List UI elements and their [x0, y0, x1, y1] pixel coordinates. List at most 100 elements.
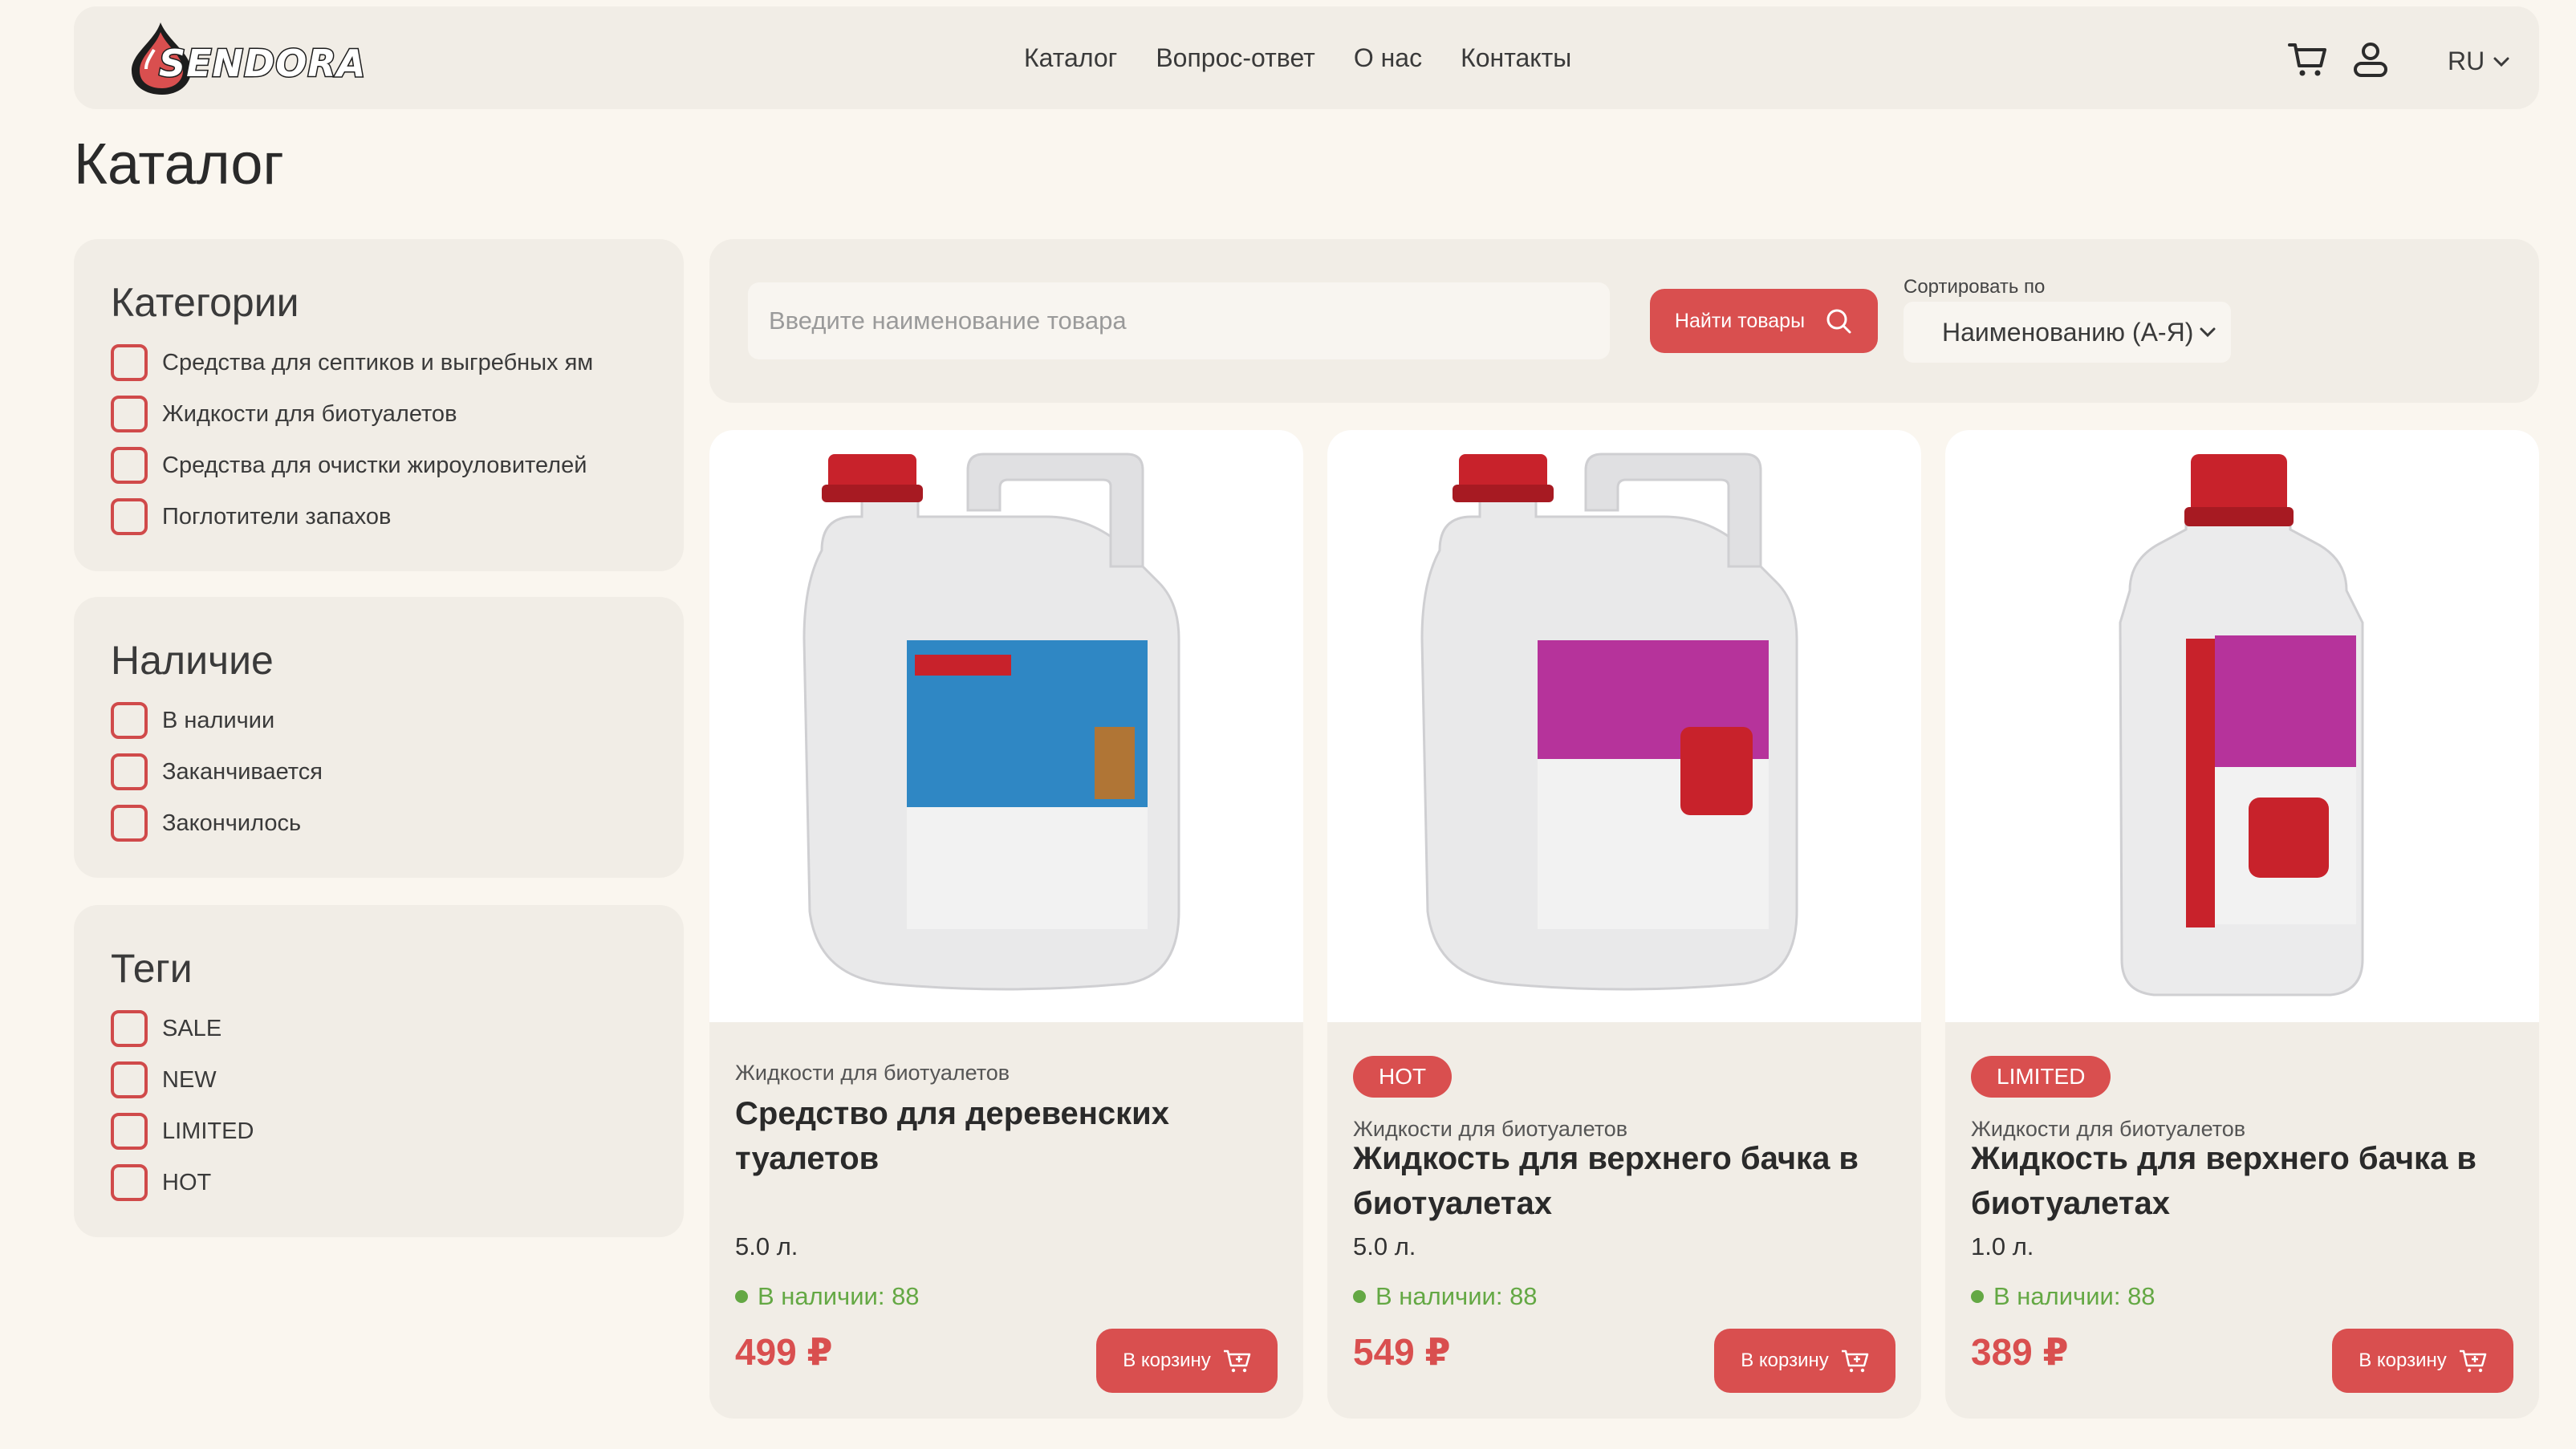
filter-option-label: NEW — [162, 1066, 217, 1093]
chevron-down-icon — [2200, 327, 2216, 338]
filter-option[interactable]: Средства для септиков и выгребных ям — [111, 337, 647, 388]
language-selector[interactable]: RU — [2448, 47, 2510, 76]
filter-tags: Теги SALE NEW LIMITED HOT — [74, 905, 684, 1237]
product-info: LIMITED Жидкости для биотуалетов Жидкост… — [1971, 1022, 2513, 1419]
product-card[interactable]: HOT Жидкости для биотуалетов Жидкость дл… — [1327, 430, 1921, 1419]
product-name[interactable]: Жидкость для верхнего бачка в биотуалета… — [1353, 1136, 1899, 1226]
add-to-cart-label: В корзину — [2359, 1350, 2447, 1371]
checkbox[interactable] — [111, 753, 148, 790]
stock-status: В наличии: 88 — [735, 1282, 920, 1311]
product-card[interactable]: Жидкости для биотуалетов Средство для де… — [709, 430, 1303, 1419]
filter-option-label: HOT — [162, 1169, 212, 1195]
add-to-cart-label: В корзину — [1741, 1350, 1829, 1371]
product-info: Жидкости для биотуалетов Средство для де… — [735, 1022, 1278, 1419]
sort-label: Сортировать по — [1904, 276, 2046, 298]
filter-title: Категории — [111, 280, 299, 325]
add-to-cart-button[interactable]: В корзину — [1096, 1329, 1278, 1393]
product-name[interactable]: Жидкость для верхнего бачка в биотуалета… — [1971, 1136, 2517, 1226]
product-badge: LIMITED — [1971, 1056, 2111, 1098]
filter-option[interactable]: NEW — [111, 1054, 647, 1106]
in-stock-dot-icon — [735, 1290, 748, 1303]
filter-option-label: Жидкости для биотуалетов — [162, 400, 457, 427]
filter-option[interactable]: Жидкости для биотуалетов — [111, 388, 647, 440]
filter-option[interactable]: Закончилось — [111, 798, 647, 849]
canister-5l-image — [802, 453, 1180, 991]
filter-option-label: Закончилось — [162, 810, 302, 836]
page-title: Каталог — [74, 132, 284, 197]
filter-categories: Категории Средства для септиков и выгреб… — [74, 239, 684, 571]
nav-link-catalog[interactable]: Каталог — [1024, 43, 1117, 73]
sort-select[interactable]: Наименованию (А-Я) — [1904, 302, 2231, 363]
filter-option[interactable]: HOT — [111, 1157, 647, 1208]
filter-option-label: Поглотители запахов — [162, 503, 392, 530]
bottle-1l-image — [2119, 454, 2364, 996]
user-icon[interactable] — [2350, 39, 2391, 80]
filter-option-label: LIMITED — [162, 1118, 254, 1144]
stock-text: В наличии: 88 — [1993, 1282, 2155, 1310]
product-category: Жидкости для биотуалетов — [735, 1061, 1010, 1085]
checkbox[interactable] — [111, 1113, 148, 1150]
language-label: RU — [2448, 47, 2485, 75]
product-volume: 5.0 л. — [735, 1232, 798, 1260]
checkbox[interactable] — [111, 447, 148, 484]
product-volume: 1.0 л. — [1971, 1232, 2034, 1260]
nav-link-contacts[interactable]: Контакты — [1461, 43, 1571, 73]
stock-text: В наличии: 88 — [1375, 1282, 1538, 1310]
filter-option[interactable]: Средства для очистки жироуловителей — [111, 440, 647, 491]
product-image[interactable] — [1945, 430, 2539, 1022]
stock-status: В наличии: 88 — [1353, 1282, 1538, 1311]
filter-option[interactable]: В наличии — [111, 695, 647, 746]
stock-text: В наличии: 88 — [758, 1282, 920, 1310]
add-to-cart-button[interactable]: В корзину — [1714, 1329, 1895, 1393]
product-image[interactable] — [1327, 430, 1921, 1022]
in-stock-dot-icon — [1353, 1290, 1366, 1303]
cart-plus-icon — [1841, 1350, 1869, 1373]
product-image[interactable] — [709, 430, 1303, 1022]
search-input[interactable] — [748, 282, 1610, 359]
filter-option-label: SALE — [162, 1015, 222, 1041]
filter-option[interactable]: Поглотители запахов — [111, 491, 647, 542]
checkbox[interactable] — [111, 344, 148, 381]
filter-option[interactable]: Заканчивается — [111, 746, 647, 798]
checkbox[interactable] — [111, 498, 148, 535]
checkbox[interactable] — [111, 1061, 148, 1098]
checkbox[interactable] — [111, 805, 148, 842]
chevron-down-icon — [2493, 57, 2509, 67]
canister-5l-image — [1420, 453, 1798, 991]
filter-option-label: В наличии — [162, 707, 275, 733]
in-stock-dot-icon — [1971, 1290, 1984, 1303]
nav-link-about[interactable]: О нас — [1354, 43, 1422, 73]
add-to-cart-label: В корзину — [1123, 1350, 1211, 1371]
product-badge: HOT — [1353, 1056, 1453, 1098]
nav-link-faq[interactable]: Вопрос-ответ — [1156, 43, 1315, 73]
filter-option-label: Средства для очистки жироуловителей — [162, 452, 587, 478]
stock-status: В наличии: 88 — [1971, 1282, 2155, 1311]
main-nav: Каталог Вопрос-ответ О нас Контакты — [1024, 43, 1571, 73]
search-icon — [1826, 309, 1851, 334]
filter-option[interactable]: LIMITED — [111, 1106, 647, 1157]
site-header: SENDORA Каталог Вопрос-ответ О нас Конта… — [74, 6, 2539, 109]
filter-option-label: Заканчивается — [162, 758, 323, 785]
filter-availability: Наличие В наличии Заканчивается Закончил… — [74, 597, 684, 878]
search-button-label: Найти товары — [1674, 309, 1806, 332]
product-price: 499 ₽ — [735, 1331, 833, 1373]
search-button[interactable]: Найти товары — [1650, 289, 1878, 353]
checkbox[interactable] — [111, 702, 148, 739]
product-name[interactable]: Средство для деревенских туалетов — [735, 1091, 1281, 1181]
filter-title: Наличие — [111, 638, 274, 683]
add-to-cart-button[interactable]: В корзину — [2332, 1329, 2513, 1393]
filter-option-label: Средства для септиков и выгребных ям — [162, 349, 594, 375]
checkbox[interactable] — [111, 1164, 148, 1201]
product-price: 389 ₽ — [1971, 1331, 2069, 1373]
product-card[interactable]: LIMITED Жидкости для биотуалетов Жидкост… — [1945, 430, 2539, 1419]
brand-logo[interactable]: SENDORA — [122, 18, 367, 98]
logo-text: SENDORA — [157, 41, 367, 87]
product-info: HOT Жидкости для биотуалетов Жидкость дл… — [1353, 1022, 1895, 1419]
checkbox[interactable] — [111, 396, 148, 432]
sort-value: Наименованию (А-Я) — [1942, 317, 2194, 347]
search-panel: Найти товары Сортировать по Наименованию… — [709, 239, 2539, 403]
filter-option[interactable]: SALE — [111, 1003, 647, 1054]
cart-icon[interactable] — [2287, 39, 2329, 80]
checkbox[interactable] — [111, 1010, 148, 1047]
filter-title: Теги — [111, 946, 193, 991]
